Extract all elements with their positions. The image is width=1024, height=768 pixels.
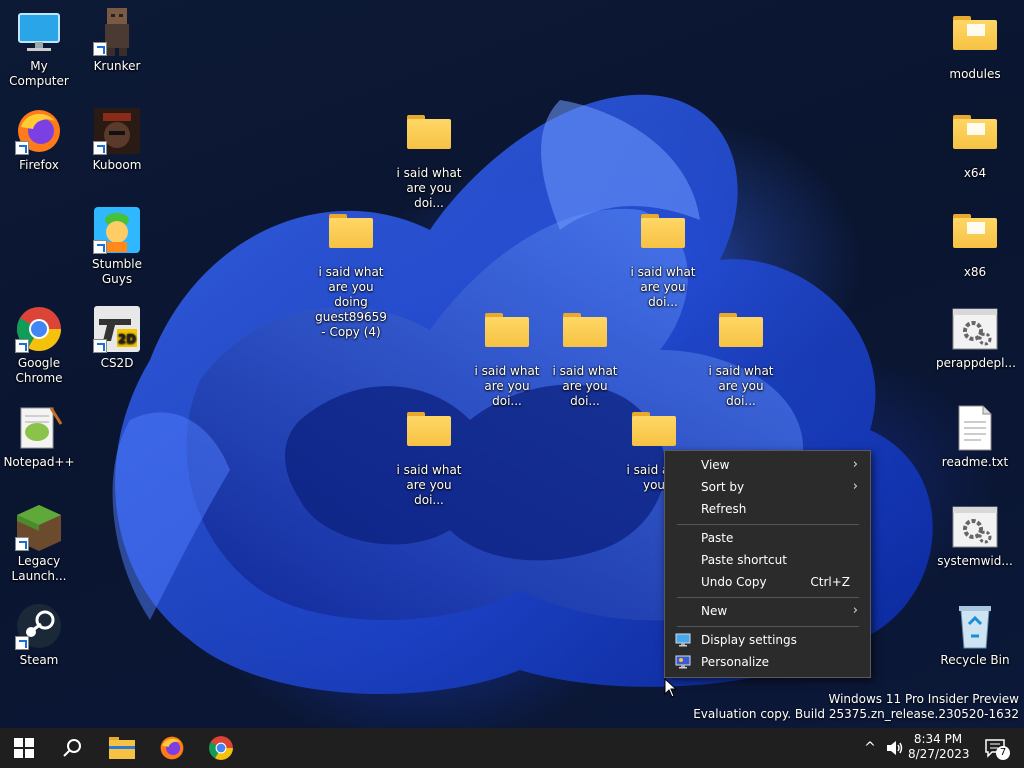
menu-separator xyxy=(677,524,859,525)
taskbar: ^ 8:34 PM 8/27/2023 7 xyxy=(0,728,1024,768)
personalize-icon xyxy=(675,655,691,669)
settings-file-icon xyxy=(952,506,998,548)
menu-item-undo-copy[interactable]: Undo Copy Ctrl+Z xyxy=(665,571,870,593)
chevron-right-icon: › xyxy=(852,479,858,494)
chevron-right-icon: › xyxy=(852,457,858,472)
chevron-right-icon: › xyxy=(852,603,858,618)
search-button[interactable] xyxy=(48,728,96,768)
svg-text:2D: 2D xyxy=(118,332,136,346)
desktop-folder[interactable]: i said what are you doi... xyxy=(546,305,624,409)
menu-item-refresh[interactable]: Refresh xyxy=(665,498,870,520)
desktop-icon-stumble-guys[interactable]: Stumble Guys xyxy=(78,206,156,287)
folder-icon xyxy=(563,313,607,347)
desktop-icon-modules[interactable]: modules xyxy=(936,8,1014,82)
menu-item-new[interactable]: New › xyxy=(665,600,870,622)
start-icon xyxy=(14,738,34,758)
taskbar-firefox[interactable] xyxy=(148,728,196,768)
desktop-icon-x64[interactable]: x64 xyxy=(936,107,1014,181)
folder-icon xyxy=(641,214,685,248)
desktop-icon-perappdeploy[interactable]: perappdepl... xyxy=(936,305,1016,371)
menu-item-sort-by[interactable]: Sort by › xyxy=(665,476,870,498)
menu-separator xyxy=(677,626,859,627)
desktop-icon-steam[interactable]: Steam xyxy=(0,602,78,668)
desktop-icon-x86[interactable]: x86 xyxy=(936,206,1014,280)
folder-icon xyxy=(329,214,373,248)
search-icon xyxy=(63,739,81,757)
desktop-folder[interactable]: i said what are you doi... xyxy=(390,404,468,508)
shortcut-label: Ctrl+Z xyxy=(810,575,850,589)
folder-icon xyxy=(407,412,451,446)
clock[interactable]: 8:34 PM 8/27/2023 xyxy=(908,728,970,768)
desktop-icon-krunker[interactable]: Krunker xyxy=(78,8,156,74)
monitor-icon xyxy=(18,13,60,51)
desktop-icon-google-chrome[interactable]: Google Chrome xyxy=(0,305,78,386)
desktop-context-menu: View › Sort by › Refresh Paste Paste short… xyxy=(664,450,871,678)
taskbar-chrome[interactable] xyxy=(197,728,245,768)
folder-icon xyxy=(485,313,529,347)
mouse-cursor-icon xyxy=(664,678,678,698)
desktop-icon-cs2d[interactable]: 2D CS2D xyxy=(78,305,156,371)
notification-count-badge: 7 xyxy=(996,746,1010,760)
tray-overflow-chevron[interactable]: ^ xyxy=(860,728,880,768)
menu-item-paste-shortcut[interactable]: Paste shortcut xyxy=(665,549,870,571)
folder-icon xyxy=(719,313,763,347)
windows-watermark: Windows 11 Pro Insider Preview Evaluatio… xyxy=(693,692,1019,721)
desktop-icon-readme[interactable]: readme.txt xyxy=(936,404,1014,470)
menu-item-view[interactable]: View › xyxy=(665,454,870,476)
desktop-icon-recycle-bin[interactable]: Recycle Bin xyxy=(936,602,1014,668)
settings-file-icon xyxy=(952,308,998,350)
menu-item-paste[interactable]: Paste xyxy=(665,527,870,549)
folder-icon xyxy=(953,214,997,248)
chevron-up-icon: ^ xyxy=(864,740,876,756)
chrome-icon xyxy=(209,736,233,760)
folder-icon xyxy=(632,412,676,446)
folder-icon xyxy=(953,16,997,50)
notification-center-button[interactable]: 7 xyxy=(978,728,1012,768)
folder-icon xyxy=(407,115,451,149)
desktop-icon-my-computer[interactable]: My Computer xyxy=(0,8,78,89)
desktop-icon-kuboom[interactable]: Kuboom xyxy=(78,107,156,173)
file-explorer-icon xyxy=(109,737,135,759)
menu-item-personalize[interactable]: Personalize xyxy=(665,651,870,673)
desktop-icon-firefox[interactable]: Firefox xyxy=(0,107,78,173)
menu-item-display-settings[interactable]: Display settings xyxy=(665,629,870,651)
desktop-folder[interactable]: i said what are you doi... xyxy=(390,107,468,211)
desktop-icon-legacy-launcher[interactable]: Legacy Launch... xyxy=(0,503,78,584)
menu-separator xyxy=(677,597,859,598)
text-file-icon xyxy=(958,405,992,451)
notepad-plus-plus-icon xyxy=(20,407,63,449)
taskbar-file-explorer[interactable] xyxy=(98,728,146,768)
desktop-folder[interactable]: i said what are you doi... xyxy=(468,305,546,409)
volume-button[interactable] xyxy=(884,728,906,768)
desktop-folder[interactable]: i said what are you doi... xyxy=(624,206,702,310)
display-icon xyxy=(675,633,691,647)
desktop-folder[interactable]: i said what are you doi... xyxy=(702,305,780,409)
firefox-icon xyxy=(160,736,184,760)
desktop-icon-systemwide[interactable]: systemwid... xyxy=(936,503,1014,569)
desktop-icon-notepad-plus-plus[interactable]: Notepad++ xyxy=(0,404,78,470)
recycle-bin-icon xyxy=(959,606,991,649)
start-button[interactable] xyxy=(0,728,48,768)
folder-icon xyxy=(953,115,997,149)
desktop-folder[interactable]: i said what are you doing guest89659 - C… xyxy=(312,206,390,340)
speaker-icon xyxy=(887,741,903,755)
